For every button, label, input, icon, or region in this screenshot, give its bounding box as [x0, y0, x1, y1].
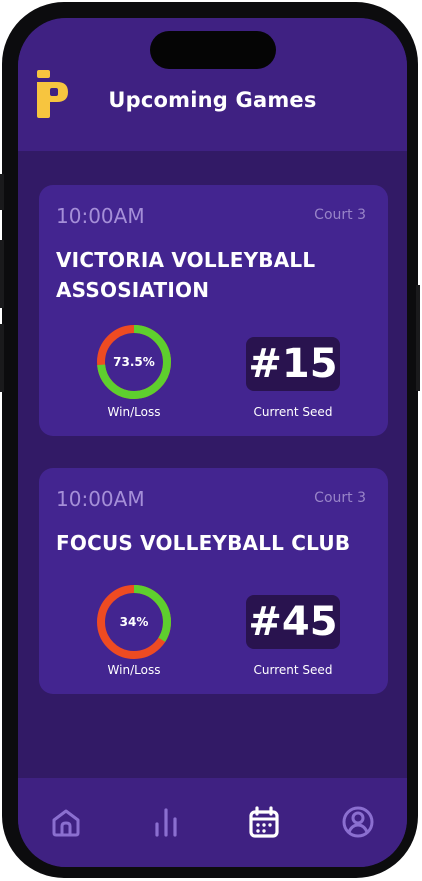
court-label: Court 3 [314, 207, 366, 223]
win-percentage: 34% [119, 615, 149, 629]
win-loss-caption: Win/Loss [107, 405, 161, 419]
page-title: Upcoming Games [108, 88, 317, 112]
seed-badge: #15 [246, 337, 340, 391]
profile-icon[interactable] [340, 804, 376, 840]
stats-icon[interactable] [148, 804, 184, 840]
home-icon[interactable] [48, 804, 84, 840]
seed-badge: #45 [246, 595, 340, 649]
mute-switch [0, 174, 4, 210]
team-name: VICTORIA VOLLEYBALL ASSOSIATION [56, 245, 356, 305]
win-loss-donut: 34% [95, 583, 173, 661]
team-name-line: VICTORIA VOLLEYBALL [56, 248, 316, 272]
volume-down-button [0, 324, 4, 392]
win-loss-caption: Win/Loss [107, 663, 161, 677]
power-button [416, 285, 420, 391]
game-card[interactable]: 10:00AM Court 3 VICTORIA VOLLEYBALL ASSO… [39, 185, 388, 436]
phone-frame: Upcoming Games 10:00AM Court 3 VICTORIA … [0, 2, 420, 878]
dynamic-island [150, 31, 276, 69]
header: Upcoming Games [18, 18, 407, 151]
team-name-line: FOCUS VOLLEYBALL CLUB [56, 531, 351, 555]
calendar-icon[interactable] [246, 804, 282, 840]
game-time: 10:00AM [56, 487, 145, 511]
team-name: FOCUS VOLLEYBALL CLUB [56, 528, 356, 558]
court-label: Court 3 [314, 490, 366, 506]
win-percentage: 73.5% [113, 355, 155, 369]
bottom-nav [18, 778, 407, 867]
team-name-line: ASSOSIATION [56, 278, 210, 302]
win-loss-donut: 73.5% [95, 323, 173, 401]
seed-caption: Current Seed [253, 663, 333, 677]
volume-up-button [0, 240, 4, 308]
game-time: 10:00AM [56, 204, 145, 228]
app-screen: Upcoming Games 10:00AM Court 3 VICTORIA … [18, 18, 407, 867]
game-card[interactable]: 10:00AM Court 3 FOCUS VOLLEYBALL CLUB 34… [39, 468, 388, 694]
seed-caption: Current Seed [253, 405, 333, 419]
